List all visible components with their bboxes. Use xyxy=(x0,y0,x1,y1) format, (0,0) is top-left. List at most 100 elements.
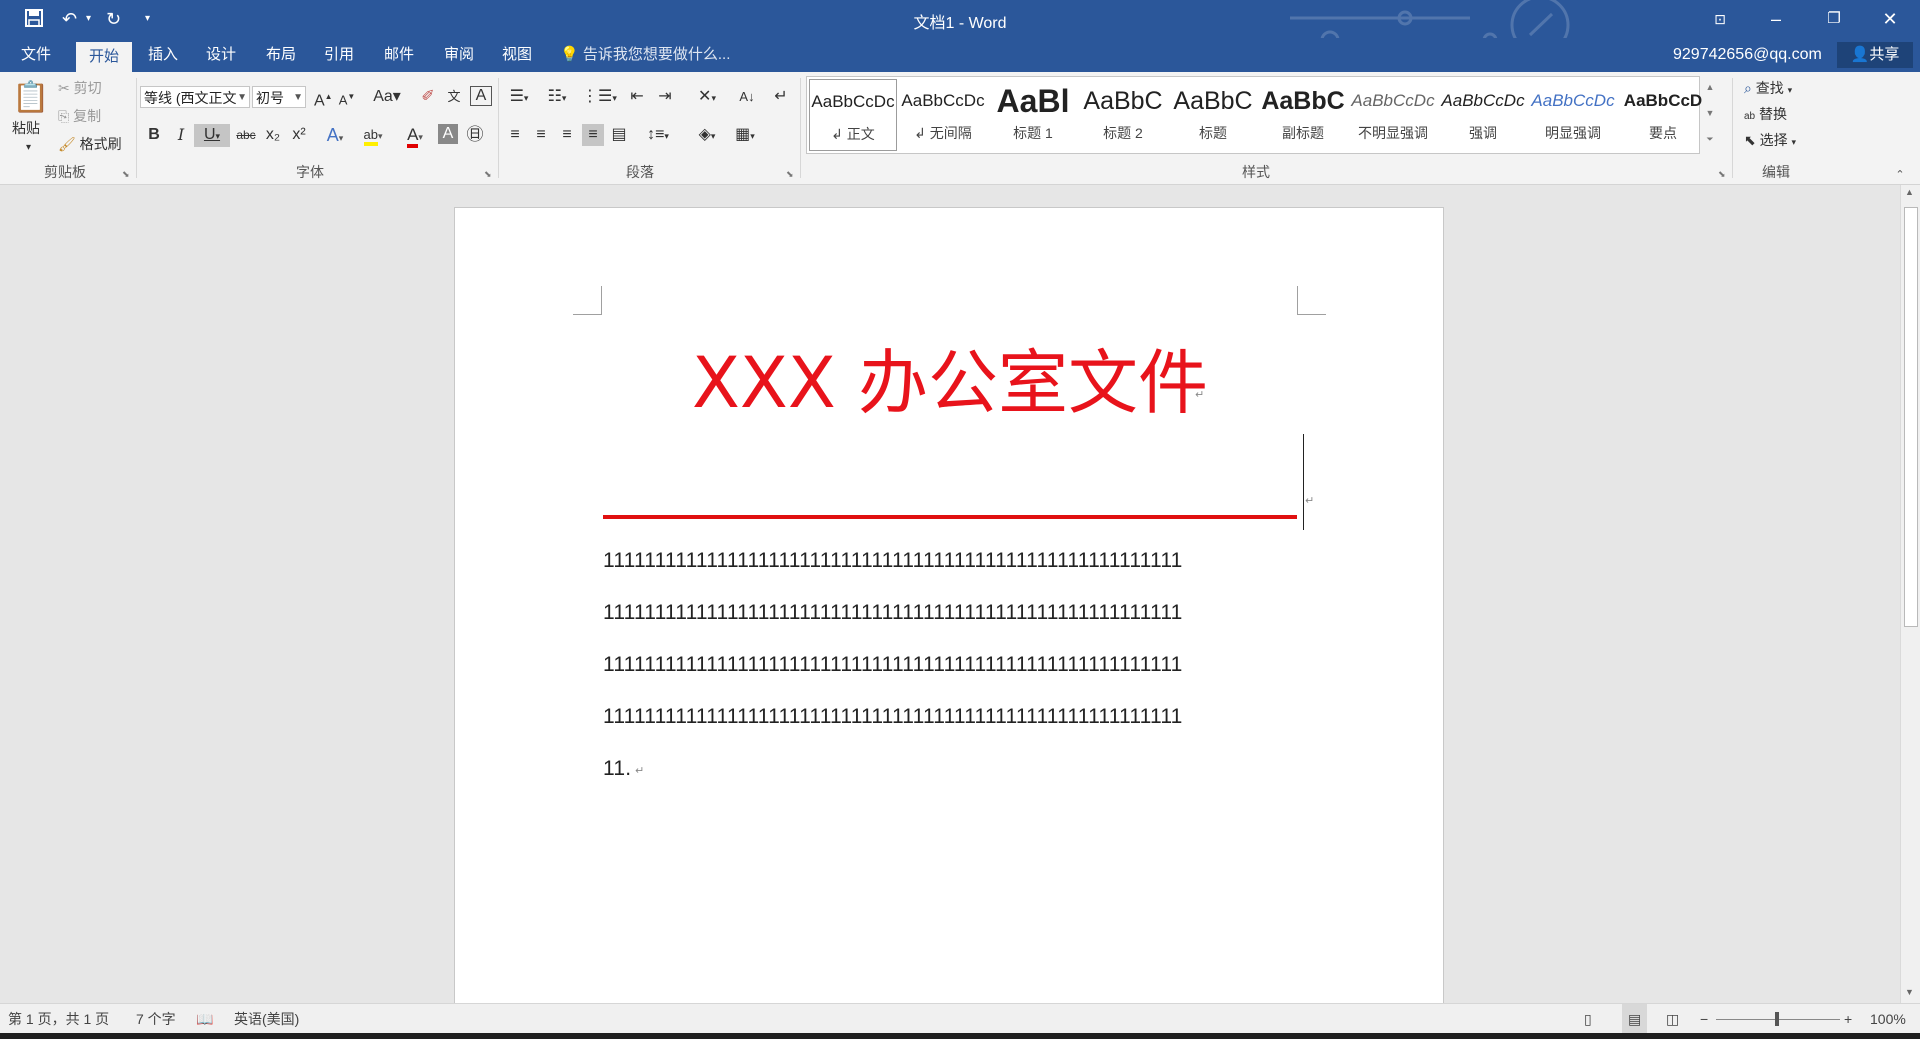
enclose-characters-icon[interactable]: ㊐ xyxy=(464,124,486,146)
bullets-icon[interactable]: ☰▾ xyxy=(504,86,534,109)
zoom-level[interactable]: 100% xyxy=(1870,1004,1906,1034)
character-shading-icon[interactable]: A xyxy=(438,124,458,144)
paste-dropdown-icon[interactable]: ▾ xyxy=(26,138,31,158)
style-subtle-emphasis[interactable]: AaBbCcDc 不明显强调 xyxy=(1349,79,1437,151)
underline-button[interactable]: U▾ xyxy=(194,124,230,147)
subscript-button[interactable]: x₂ xyxy=(262,124,284,146)
style-subtitle[interactable]: AaBbC 副标题 xyxy=(1259,79,1347,151)
sort-icon[interactable]: A↓ xyxy=(736,86,758,108)
zoom-out-button[interactable]: − xyxy=(1700,1004,1708,1034)
collapse-ribbon-icon[interactable]: ⌃ xyxy=(1890,164,1910,186)
style-intense-emphasis[interactable]: AaBbCcDc 明显强调 xyxy=(1529,79,1617,151)
paragraph-launcher-icon[interactable]: ⬊ xyxy=(786,164,794,184)
body-text-line[interactable]: 1111111111111111111111111111111111111111… xyxy=(603,650,1183,680)
justify-icon[interactable]: ≡ xyxy=(582,124,604,146)
multilevel-list-icon[interactable]: ⋮☰▾ xyxy=(582,86,617,109)
font-size-combo[interactable]: 初号 ▼ xyxy=(252,86,306,108)
tab-mailings[interactable]: 邮件 xyxy=(376,38,422,72)
clear-formatting-icon[interactable]: ✐ xyxy=(418,86,438,108)
proofing-icon[interactable]: 📖 xyxy=(196,1004,213,1034)
scroll-down-icon[interactable]: ▼ xyxy=(1905,987,1914,997)
zoom-in-button[interactable]: + xyxy=(1844,1004,1852,1034)
tab-home[interactable]: 开始 xyxy=(76,42,132,72)
character-border-icon[interactable]: A xyxy=(470,86,492,106)
line-spacing-icon[interactable]: ↕≡▾ xyxy=(642,124,674,147)
ribbon-display-options-icon[interactable]: ⊡ xyxy=(1692,0,1748,38)
minimize-icon[interactable]: – xyxy=(1748,0,1804,38)
strikethrough-button[interactable]: abc xyxy=(234,124,258,146)
print-layout-icon[interactable]: ▤ xyxy=(1622,1004,1648,1034)
styles-scroll-up-icon[interactable]: ▲ xyxy=(1702,76,1718,98)
word-count[interactable]: 7 个字 xyxy=(136,1004,176,1034)
replace-button[interactable]: ab 替换 xyxy=(1744,104,1787,127)
body-text-line[interactable]: 11. xyxy=(603,754,631,784)
body-text-line[interactable]: 1111111111111111111111111111111111111111… xyxy=(603,546,1183,576)
font-launcher-icon[interactable]: ⬊ xyxy=(484,164,492,184)
select-button[interactable]: ⬉ 选择 ▾ xyxy=(1744,130,1796,152)
align-center-icon[interactable]: ≡ xyxy=(530,124,552,146)
align-left-icon[interactable]: ≡ xyxy=(504,124,526,146)
read-mode-icon[interactable]: ▯ xyxy=(1584,1004,1592,1034)
style-heading-1[interactable]: AaBl 标题 1 xyxy=(989,79,1077,151)
style-emphasis[interactable]: AaBbCcDc 强调 xyxy=(1439,79,1527,151)
style-title[interactable]: AaBbC 标题 xyxy=(1169,79,1257,151)
style-normal[interactable]: AaBbCcDc ↲ 正文 xyxy=(809,79,897,151)
zoom-slider-thumb[interactable] xyxy=(1775,1012,1779,1026)
font-color-icon[interactable]: A▾ xyxy=(398,124,432,148)
chinese-layout-icon[interactable]: ✕▾ xyxy=(690,86,724,109)
shading-icon[interactable]: ◈▾ xyxy=(690,124,724,147)
restore-icon[interactable]: ❐ xyxy=(1806,0,1862,38)
highlight-color-icon[interactable]: ab▾ xyxy=(356,124,390,147)
document-heading[interactable]: XXX 办公室文件 xyxy=(455,338,1445,428)
text-effects-icon[interactable]: A▾ xyxy=(322,124,348,149)
tab-design[interactable]: 设计 xyxy=(198,38,244,72)
tab-view[interactable]: 视图 xyxy=(494,38,540,72)
font-name-combo[interactable]: 等线 (西文正文 ▼ xyxy=(140,86,250,108)
borders-icon[interactable]: ▦▾ xyxy=(728,124,762,147)
shrink-font-icon[interactable]: A▼ xyxy=(338,86,356,111)
style-strong[interactable]: AaBbCcD 要点 xyxy=(1619,79,1707,151)
tab-file[interactable]: 文件 xyxy=(6,38,66,72)
align-right-icon[interactable]: ≡ xyxy=(556,124,578,146)
paste-icon[interactable]: 📋 xyxy=(12,78,49,118)
phonetic-guide-icon[interactable]: 文 xyxy=(444,86,464,108)
find-button[interactable]: ⌕ 查找 ▾ xyxy=(1744,78,1792,100)
format-painter-button[interactable]: 🖌 格式刷 xyxy=(58,134,122,154)
style-heading-2[interactable]: AaBbC 标题 2 xyxy=(1079,79,1167,151)
cut-button[interactable]: ✂ 剪切 xyxy=(58,78,102,98)
document-page[interactable]: XXX 办公室文件 ↵ ↵ 11111111111111111111111111… xyxy=(454,207,1444,1007)
close-icon[interactable]: ✕ xyxy=(1862,0,1918,38)
bold-button[interactable]: B xyxy=(143,124,165,146)
body-text-line[interactable]: 1111111111111111111111111111111111111111… xyxy=(603,702,1183,732)
clipboard-launcher-icon[interactable]: ⬊ xyxy=(122,164,130,184)
tab-insert[interactable]: 插入 xyxy=(140,38,186,72)
web-layout-icon[interactable]: ◫ xyxy=(1666,1004,1679,1034)
copy-button[interactable]: ⎘ 复制 xyxy=(58,106,101,126)
tab-review[interactable]: 审阅 xyxy=(436,38,482,72)
decrease-indent-icon[interactable]: ⇤ xyxy=(626,86,648,108)
styles-scroll-down-icon[interactable]: ▼ xyxy=(1702,102,1718,124)
increase-indent-icon[interactable]: ⇥ xyxy=(654,86,676,108)
numbering-icon[interactable]: ☷▾ xyxy=(542,86,572,109)
grow-font-icon[interactable]: A▲ xyxy=(314,86,333,112)
styles-launcher-icon[interactable]: ⬊ xyxy=(1718,164,1726,184)
scrollbar-thumb[interactable] xyxy=(1904,207,1918,627)
distributed-icon[interactable]: ▤ xyxy=(608,124,630,146)
account-name[interactable]: 929742656@qq.com xyxy=(1673,38,1822,72)
italic-button[interactable]: I xyxy=(170,124,192,146)
vertical-scrollbar[interactable]: ▲ ▼ xyxy=(1900,185,1920,1003)
body-text-line[interactable]: 1111111111111111111111111111111111111111… xyxy=(603,598,1183,628)
show-formatting-marks-icon[interactable]: ↵ xyxy=(770,86,792,108)
share-button[interactable]: 👤共享 xyxy=(1837,42,1913,68)
style-no-spacing[interactable]: AaBbCcDc ↲ 无间隔 xyxy=(899,79,987,151)
language[interactable]: 英语(美国) xyxy=(234,1004,299,1034)
change-case-icon[interactable]: Aa▾ xyxy=(370,86,404,108)
tab-layout[interactable]: 布局 xyxy=(258,38,304,72)
superscript-button[interactable]: x² xyxy=(288,124,310,146)
paste-button[interactable]: 粘贴 xyxy=(12,118,40,138)
scroll-up-icon[interactable]: ▲ xyxy=(1905,187,1914,197)
tab-references[interactable]: 引用 xyxy=(316,38,362,72)
styles-more-icon[interactable]: ⏷ xyxy=(1702,128,1718,150)
tell-me-box[interactable]: 💡 告诉我您想要做什么... xyxy=(560,38,730,72)
page-count[interactable]: 第 1 页，共 1 页 xyxy=(8,1004,109,1034)
